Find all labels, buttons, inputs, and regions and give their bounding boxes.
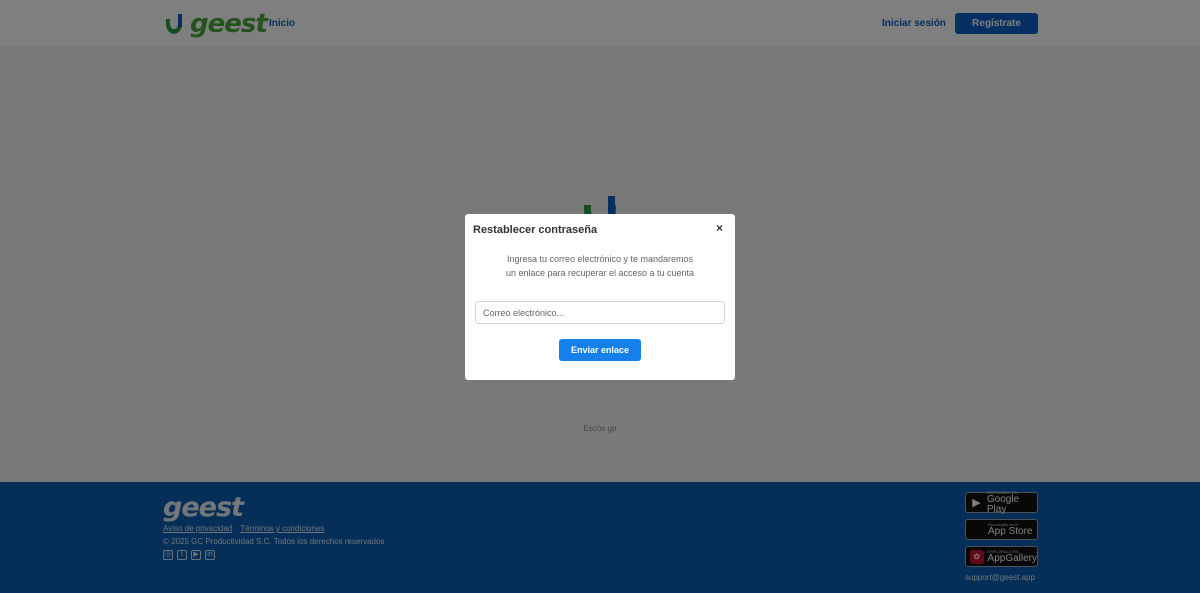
- modal-title: Restablecer contraseña: [473, 224, 598, 236]
- email-field[interactable]: [475, 301, 725, 324]
- modal-description: Ingresa tu correo electrónico y te manda…: [505, 254, 695, 278]
- close-icon[interactable]: ×: [716, 221, 723, 235]
- reset-password-modal: Restablecer contraseña × Ingresa tu corr…: [465, 214, 735, 380]
- send-link-button[interactable]: Enviar enlace: [559, 339, 641, 361]
